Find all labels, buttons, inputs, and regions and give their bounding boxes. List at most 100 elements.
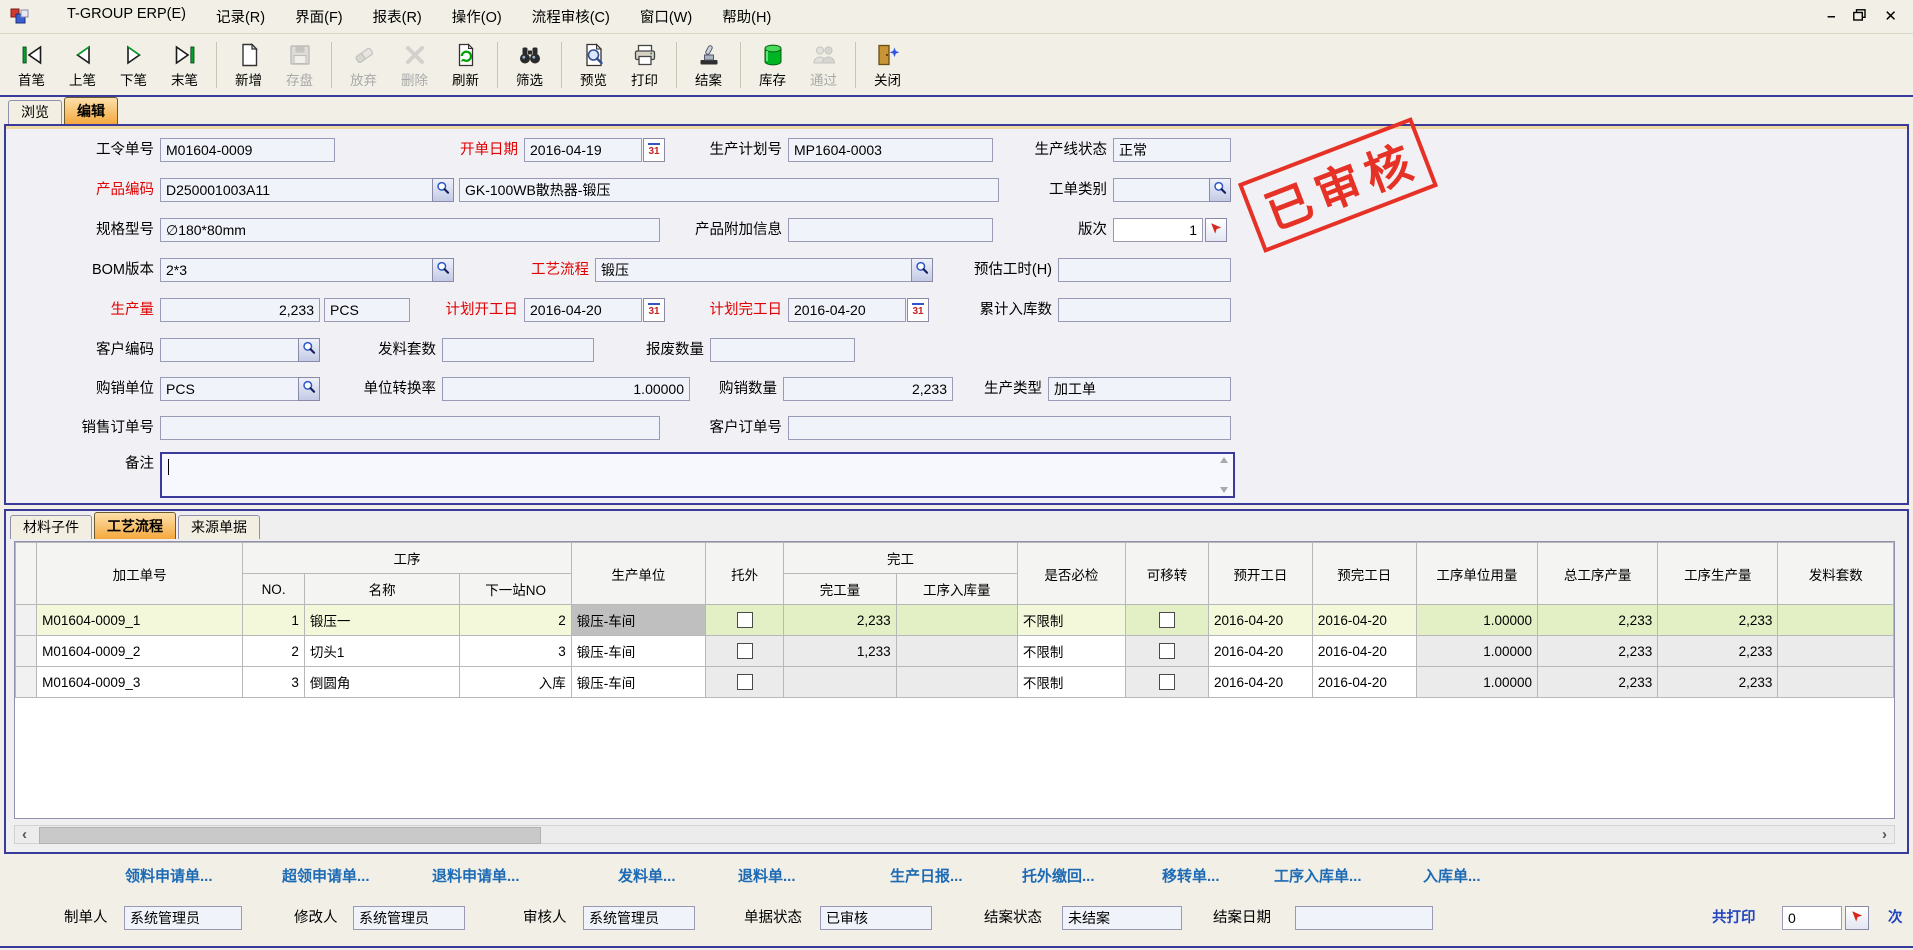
menu-item-window[interactable]: 窗口(W) (625, 1, 707, 32)
grid-cell-transferable[interactable] (1125, 667, 1208, 698)
link-over-issue-request[interactable]: 超领申请单... (282, 865, 370, 886)
menu-item-report[interactable]: 报表(R) (358, 1, 437, 32)
link-daily-report[interactable]: 生产日报... (890, 865, 963, 886)
field-product_code-input[interactable]: D250001003A11 (160, 178, 454, 202)
grid-cell-pre_start[interactable]: 2016-04-20 (1209, 605, 1313, 636)
footer-print-count-drill-button[interactable] (1845, 906, 1869, 930)
link-material-request[interactable]: 领料申请单... (125, 865, 213, 886)
scroll-up-icon[interactable] (1220, 457, 1228, 463)
grid-cell-processing_no[interactable]: M01604-0009_1 (37, 605, 243, 636)
toolbar-button-first[interactable]: 首笔 (6, 37, 57, 93)
grid-cell-unit[interactable]: 锻压-车间 (571, 667, 705, 698)
menu-item-operation[interactable]: 操作(O) (437, 1, 517, 32)
toolbar-button-preview[interactable]: 预览 (568, 37, 619, 93)
detail-tab-source[interactable]: 来源单据 (178, 515, 260, 539)
field-line_status-input[interactable]: 正常 (1113, 138, 1231, 162)
remark-scrollbar[interactable] (1216, 457, 1231, 493)
link-return-doc[interactable]: 退料单... (738, 865, 796, 886)
footer-auditor-input[interactable]: 系统管理员 (583, 906, 695, 930)
scroll-right-icon[interactable]: › (1875, 826, 1894, 843)
transferable-checkbox[interactable] (1159, 643, 1175, 659)
grid-cell-name[interactable]: 倒圆角 (304, 667, 460, 698)
row-selector-cell[interactable] (16, 667, 37, 698)
menu-item-flow-audit[interactable]: 流程审核(C) (517, 1, 625, 32)
menu-item-erp[interactable]: T-GROUP ERP(E) (52, 1, 201, 32)
field-product_name-input[interactable]: GK-100WB散热器-锻压 (459, 178, 999, 202)
menu-item-record[interactable]: 记录(R) (201, 1, 280, 32)
grid-cell-no[interactable]: 3 (243, 667, 305, 698)
toolbar-button-inventory[interactable]: 库存 (747, 37, 798, 93)
toolbar-button-close[interactable]: 关闭 (862, 37, 913, 93)
toolbar-button-next[interactable]: 下笔 (108, 37, 159, 93)
toolbar-button-prev[interactable]: 上笔 (57, 37, 108, 93)
toolbar-button-print[interactable]: 打印 (619, 37, 670, 93)
field-scrap_qty-input[interactable] (710, 338, 855, 362)
detail-tab-process[interactable]: 工艺流程 (94, 512, 176, 539)
grid-cell-processing_no[interactable]: M01604-0009_3 (37, 667, 243, 698)
grid-cell-pre_finish[interactable]: 2016-04-20 (1312, 636, 1416, 667)
grid-horizontal-scrollbar[interactable]: ‹ › (14, 825, 1895, 844)
field-customer_order_no-input[interactable] (788, 416, 1231, 440)
grid-cell-process_output[interactable]: 2,233 (1658, 667, 1778, 698)
grid-cell-issue_sets[interactable] (1778, 605, 1894, 636)
grid-cell-outsourced[interactable] (705, 636, 783, 667)
grid-cell-next_station[interactable]: 2 (460, 605, 571, 636)
scroll-down-icon[interactable] (1220, 487, 1228, 493)
grid-cell-total_output[interactable]: 2,233 (1538, 667, 1658, 698)
minimize-icon[interactable]: – (1827, 10, 1835, 24)
grid-cell-outsourced[interactable] (705, 605, 783, 636)
toolbar-button-new[interactable]: 新增 (223, 37, 274, 93)
footer-print-count-input[interactable]: 0 (1782, 906, 1842, 930)
field-total_in_store-input[interactable] (1058, 298, 1231, 322)
grid-cell-must_inspect[interactable]: 不限制 (1017, 636, 1125, 667)
field-spec_model-input[interactable]: ∅180*80mm (160, 218, 660, 242)
outsourced-checkbox[interactable] (737, 612, 753, 628)
field-sales_order_no-input[interactable] (160, 416, 660, 440)
grid-cell-no[interactable]: 1 (243, 605, 305, 636)
link-transfer-doc[interactable]: 移转单... (1162, 865, 1220, 886)
footer-close_status-input[interactable]: 未结案 (1062, 906, 1182, 930)
outsourced-checkbox[interactable] (737, 643, 753, 659)
scroll-left-icon[interactable]: ‹ (15, 826, 34, 843)
field-production_qty-input[interactable]: 2,233 (160, 298, 320, 322)
grid-cell-no[interactable]: 2 (243, 636, 305, 667)
grid-cell-transferable[interactable] (1125, 636, 1208, 667)
field-product_code-lookup-button[interactable] (432, 178, 454, 202)
detail-tab-materials[interactable]: 材料子件 (10, 515, 92, 539)
toolbar-button-last[interactable]: 末笔 (159, 37, 210, 93)
grid-cell-unit_usage[interactable]: 1.00000 (1416, 667, 1537, 698)
toolbar-button-refresh[interactable]: 刷新 (440, 37, 491, 93)
footer-close_date-input[interactable] (1295, 906, 1433, 930)
grid-cell-unit[interactable]: 锻压-车间 (571, 636, 705, 667)
restore-icon[interactable] (1853, 9, 1866, 24)
grid-cell-pre_finish[interactable]: 2016-04-20 (1312, 667, 1416, 698)
transferable-checkbox[interactable] (1159, 612, 1175, 628)
grid-cell-unit_usage[interactable]: 1.00000 (1416, 636, 1537, 667)
tab-browse[interactable]: 浏览 (8, 100, 62, 124)
grid-cell-in_store_qty[interactable] (896, 636, 1017, 667)
field-order_category-lookup-button[interactable] (1209, 178, 1231, 202)
grid-cell-name[interactable]: 切头1 (304, 636, 460, 667)
grid-cell-pre_finish[interactable]: 2016-04-20 (1312, 605, 1416, 636)
grid-cell-next_station[interactable]: 3 (460, 636, 571, 667)
toolbar-button-close-case[interactable]: 结案 (683, 37, 734, 93)
grid-cell-unit[interactable]: 锻压-车间 (571, 605, 705, 636)
link-outsource-return[interactable]: 托外缴回... (1022, 865, 1095, 886)
scrollbar-thumb[interactable] (39, 827, 541, 844)
link-instore-doc[interactable]: 入库单... (1423, 865, 1481, 886)
grid-cell-finish_qty[interactable]: 1,233 (784, 636, 896, 667)
grid-cell-unit_usage[interactable]: 1.00000 (1416, 605, 1537, 636)
field-production_type-input[interactable]: 加工单 (1048, 377, 1231, 401)
grid-cell-pre_start[interactable]: 2016-04-20 (1209, 636, 1313, 667)
grid-cell-finish_qty[interactable] (784, 667, 896, 698)
footer-modifier-input[interactable]: 系统管理员 (353, 906, 465, 930)
field-est_hours-input[interactable] (1058, 258, 1231, 282)
grid-cell-process_output[interactable]: 2,233 (1658, 636, 1778, 667)
grid-cell-total_output[interactable]: 2,233 (1538, 605, 1658, 636)
close-icon[interactable]: ✕ (1884, 10, 1897, 24)
toolbar-button-filter[interactable]: 筛选 (504, 37, 555, 93)
footer-maker-input[interactable]: 系统管理员 (124, 906, 242, 930)
field-version-drill-button[interactable] (1205, 218, 1227, 242)
grid-cell-transferable[interactable] (1125, 605, 1208, 636)
outsourced-checkbox[interactable] (737, 674, 753, 690)
